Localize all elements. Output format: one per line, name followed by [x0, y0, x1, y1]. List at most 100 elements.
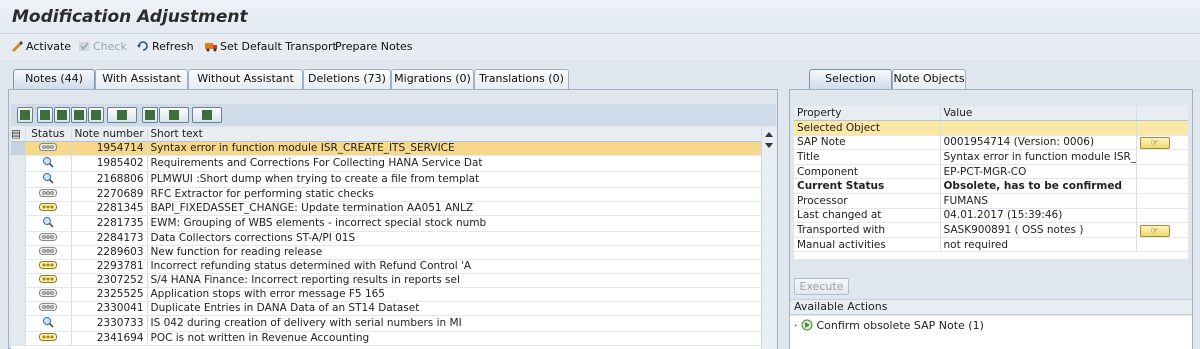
- notes-scrollbar[interactable]: [761, 127, 777, 349]
- detail-property: Processor: [794, 193, 941, 209]
- short-text-cell: S/4 HANA Finance: Incorrect reporting re…: [147, 273, 762, 288]
- row-selector[interactable]: [11, 201, 26, 216]
- tab-note-objects[interactable]: Note Objects: [892, 69, 966, 89]
- table-row[interactable]: 1954714 Syntax error in function module I…: [11, 141, 762, 156]
- details-table: Property Value Selected Object SAP Note 0…: [794, 106, 1188, 253]
- row-selector[interactable]: [11, 155, 26, 172]
- detail-row: Title Syntax error in function module ISR…: [794, 149, 1188, 165]
- row-selector[interactable]: [11, 171, 26, 188]
- layout-icon[interactable]: [192, 107, 222, 123]
- activate-button[interactable]: Activate: [10, 39, 71, 55]
- check-button[interactable]: Check: [77, 39, 127, 55]
- page-title: Modification Adjustment: [12, 7, 248, 27]
- execute-button[interactable]: Execute: [794, 278, 849, 295]
- table-row[interactable]: 2293781 Incorrect refunding status determ…: [11, 259, 762, 274]
- grid-toolbar: [11, 104, 776, 126]
- tab-selection-details[interactable]: Selection Details: [809, 69, 892, 103]
- tab-without-assistant[interactable]: Without Assistant (5): [188, 69, 303, 103]
- detail-value: 04.01.2017 (15:39:46): [940, 208, 1137, 224]
- short-text-cell: Application stops with error message F5 …: [147, 287, 762, 302]
- details-icon[interactable]: [17, 107, 33, 123]
- sort-ascending-icon[interactable]: [37, 107, 53, 123]
- find-next-icon[interactable]: [88, 107, 104, 123]
- sort-descending-icon[interactable]: [54, 107, 70, 123]
- row-selector[interactable]: [11, 273, 26, 288]
- application-toolbar: Activate Check Refresh Set Default Trans…: [0, 34, 1200, 60]
- detail-row: Manual activities not required: [794, 237, 1188, 253]
- detail-property: Manual activities: [794, 237, 941, 253]
- column-header-short-text[interactable]: Short text: [147, 127, 762, 142]
- left-panel: Notes (44) With Assistant (0) Without As…: [5, 66, 780, 349]
- row-selector[interactable]: [11, 315, 26, 332]
- select-all-icon[interactable]: ▤: [11, 127, 26, 142]
- filter-icon[interactable]: [107, 107, 137, 123]
- short-text-cell: Requirements and Corrections For Collect…: [147, 155, 762, 172]
- set-default-transport-button[interactable]: Set Default Transport: [204, 39, 337, 55]
- detail-property: Last changed at: [794, 208, 941, 224]
- display-icon[interactable]: ☞: [1139, 136, 1170, 149]
- short-text-cell: PLMWUI :Short dump when trying to create…: [147, 171, 762, 188]
- detail-value: 0001954714 (Version: 0006): [940, 135, 1137, 151]
- table-row[interactable]: 2281735 EWM: Grouping of WBS elements - i…: [11, 215, 762, 232]
- table-row[interactable]: 2330733 IS 042 during creation of deliver…: [11, 315, 762, 332]
- scroll-down-icon[interactable]: [765, 143, 773, 148]
- pencil-icon: [12, 41, 23, 52]
- table-row[interactable]: 2307252 S/4 HANA Finance: Incorrect repor…: [11, 273, 762, 288]
- note-number-cell: 2281735: [71, 215, 148, 232]
- note-number-cell: 2284173: [71, 231, 148, 246]
- row-selector[interactable]: [11, 215, 26, 232]
- table-row[interactable]: 1985402 Requirements and Corrections For …: [11, 155, 762, 172]
- detail-row: SAP Note 0001954714 (Version: 0006) ☞: [794, 135, 1188, 151]
- refresh-button[interactable]: Refresh: [136, 39, 194, 55]
- find-icon[interactable]: [71, 107, 87, 123]
- short-text-cell: RFC Extractor for performing static chec…: [147, 187, 762, 202]
- row-selector[interactable]: [11, 231, 26, 246]
- detail-row: Last changed at 04.01.2017 (15:39:46): [794, 208, 1188, 224]
- note-number-cell: 2341694: [71, 331, 148, 346]
- print-icon[interactable]: [142, 107, 158, 123]
- table-row[interactable]: 2330041 Duplicate Entries in DANA Data of…: [11, 301, 762, 316]
- action-item[interactable]: · Confirm obsolete SAP Note (1): [794, 319, 984, 333]
- table-row[interactable]: 2168806 PLMWUI :Short dump when trying to…: [11, 171, 762, 188]
- grey-dots-icon: [25, 287, 72, 302]
- display-icon[interactable]: ☞: [1139, 224, 1170, 237]
- export-icon[interactable]: [159, 107, 189, 123]
- truck-icon: [205, 43, 217, 52]
- tab-notes[interactable]: Notes (44): [13, 69, 95, 89]
- row-selector[interactable]: [11, 301, 26, 316]
- available-actions-header: Available Actions: [790, 299, 1192, 315]
- detail-value: EP-PCT-MGR-CO: [940, 164, 1137, 180]
- grey-dots-icon: [25, 231, 72, 246]
- tab-deletions[interactable]: Deletions (73): [303, 69, 391, 89]
- short-text-cell: Data Collectors corrections ST-A/PI 01S: [147, 231, 762, 246]
- title-bar: Modification Adjustment: [0, 0, 1200, 34]
- tab-with-assistant[interactable]: With Assistant (0): [95, 69, 188, 103]
- table-row[interactable]: 2281345 BAPI_FIXEDASSET_CHANGE: Update te…: [11, 201, 762, 216]
- table-row[interactable]: 2325525 Application stops with error mess…: [11, 287, 762, 302]
- row-selector[interactable]: [11, 259, 26, 274]
- note-number-cell: 1954714: [71, 141, 148, 156]
- row-selector[interactable]: [11, 245, 26, 260]
- table-row[interactable]: 2341694 POC is not written in Revenue Acc…: [11, 331, 762, 346]
- table-row[interactable]: 2270689 RFC Extractor for performing stat…: [11, 187, 762, 202]
- check-icon: [79, 42, 89, 51]
- column-header-note-number[interactable]: Note number: [71, 127, 148, 142]
- actions-tree: · Confirm obsolete SAP Note (1): [790, 316, 1192, 349]
- short-text-cell: BAPI_FIXEDASSET_CHANGE: Update terminati…: [147, 201, 762, 216]
- tab-migrations[interactable]: Migrations (0): [391, 69, 474, 89]
- column-header-property: Property: [794, 106, 941, 122]
- row-selector[interactable]: [11, 331, 26, 346]
- prepare-notes-button[interactable]: Prepare Notes: [335, 39, 413, 55]
- note-number-cell: 2270689: [71, 187, 148, 202]
- table-row[interactable]: 2284173 Data Collectors corrections ST-A/…: [11, 231, 762, 246]
- short-text-cell: Duplicate Entries in DANA Data of an ST1…: [147, 301, 762, 316]
- row-selector[interactable]: [11, 187, 26, 202]
- tab-translations[interactable]: Translations (0): [474, 69, 569, 89]
- column-header-status[interactable]: Status: [25, 127, 72, 142]
- row-selector[interactable]: [11, 287, 26, 302]
- scroll-up-icon[interactable]: [765, 132, 773, 137]
- table-row[interactable]: 2289603 New function for reading release: [11, 245, 762, 260]
- row-selector[interactable]: [11, 141, 26, 156]
- detail-property: Transported with: [794, 222, 941, 238]
- grey-dots-icon: [25, 141, 72, 156]
